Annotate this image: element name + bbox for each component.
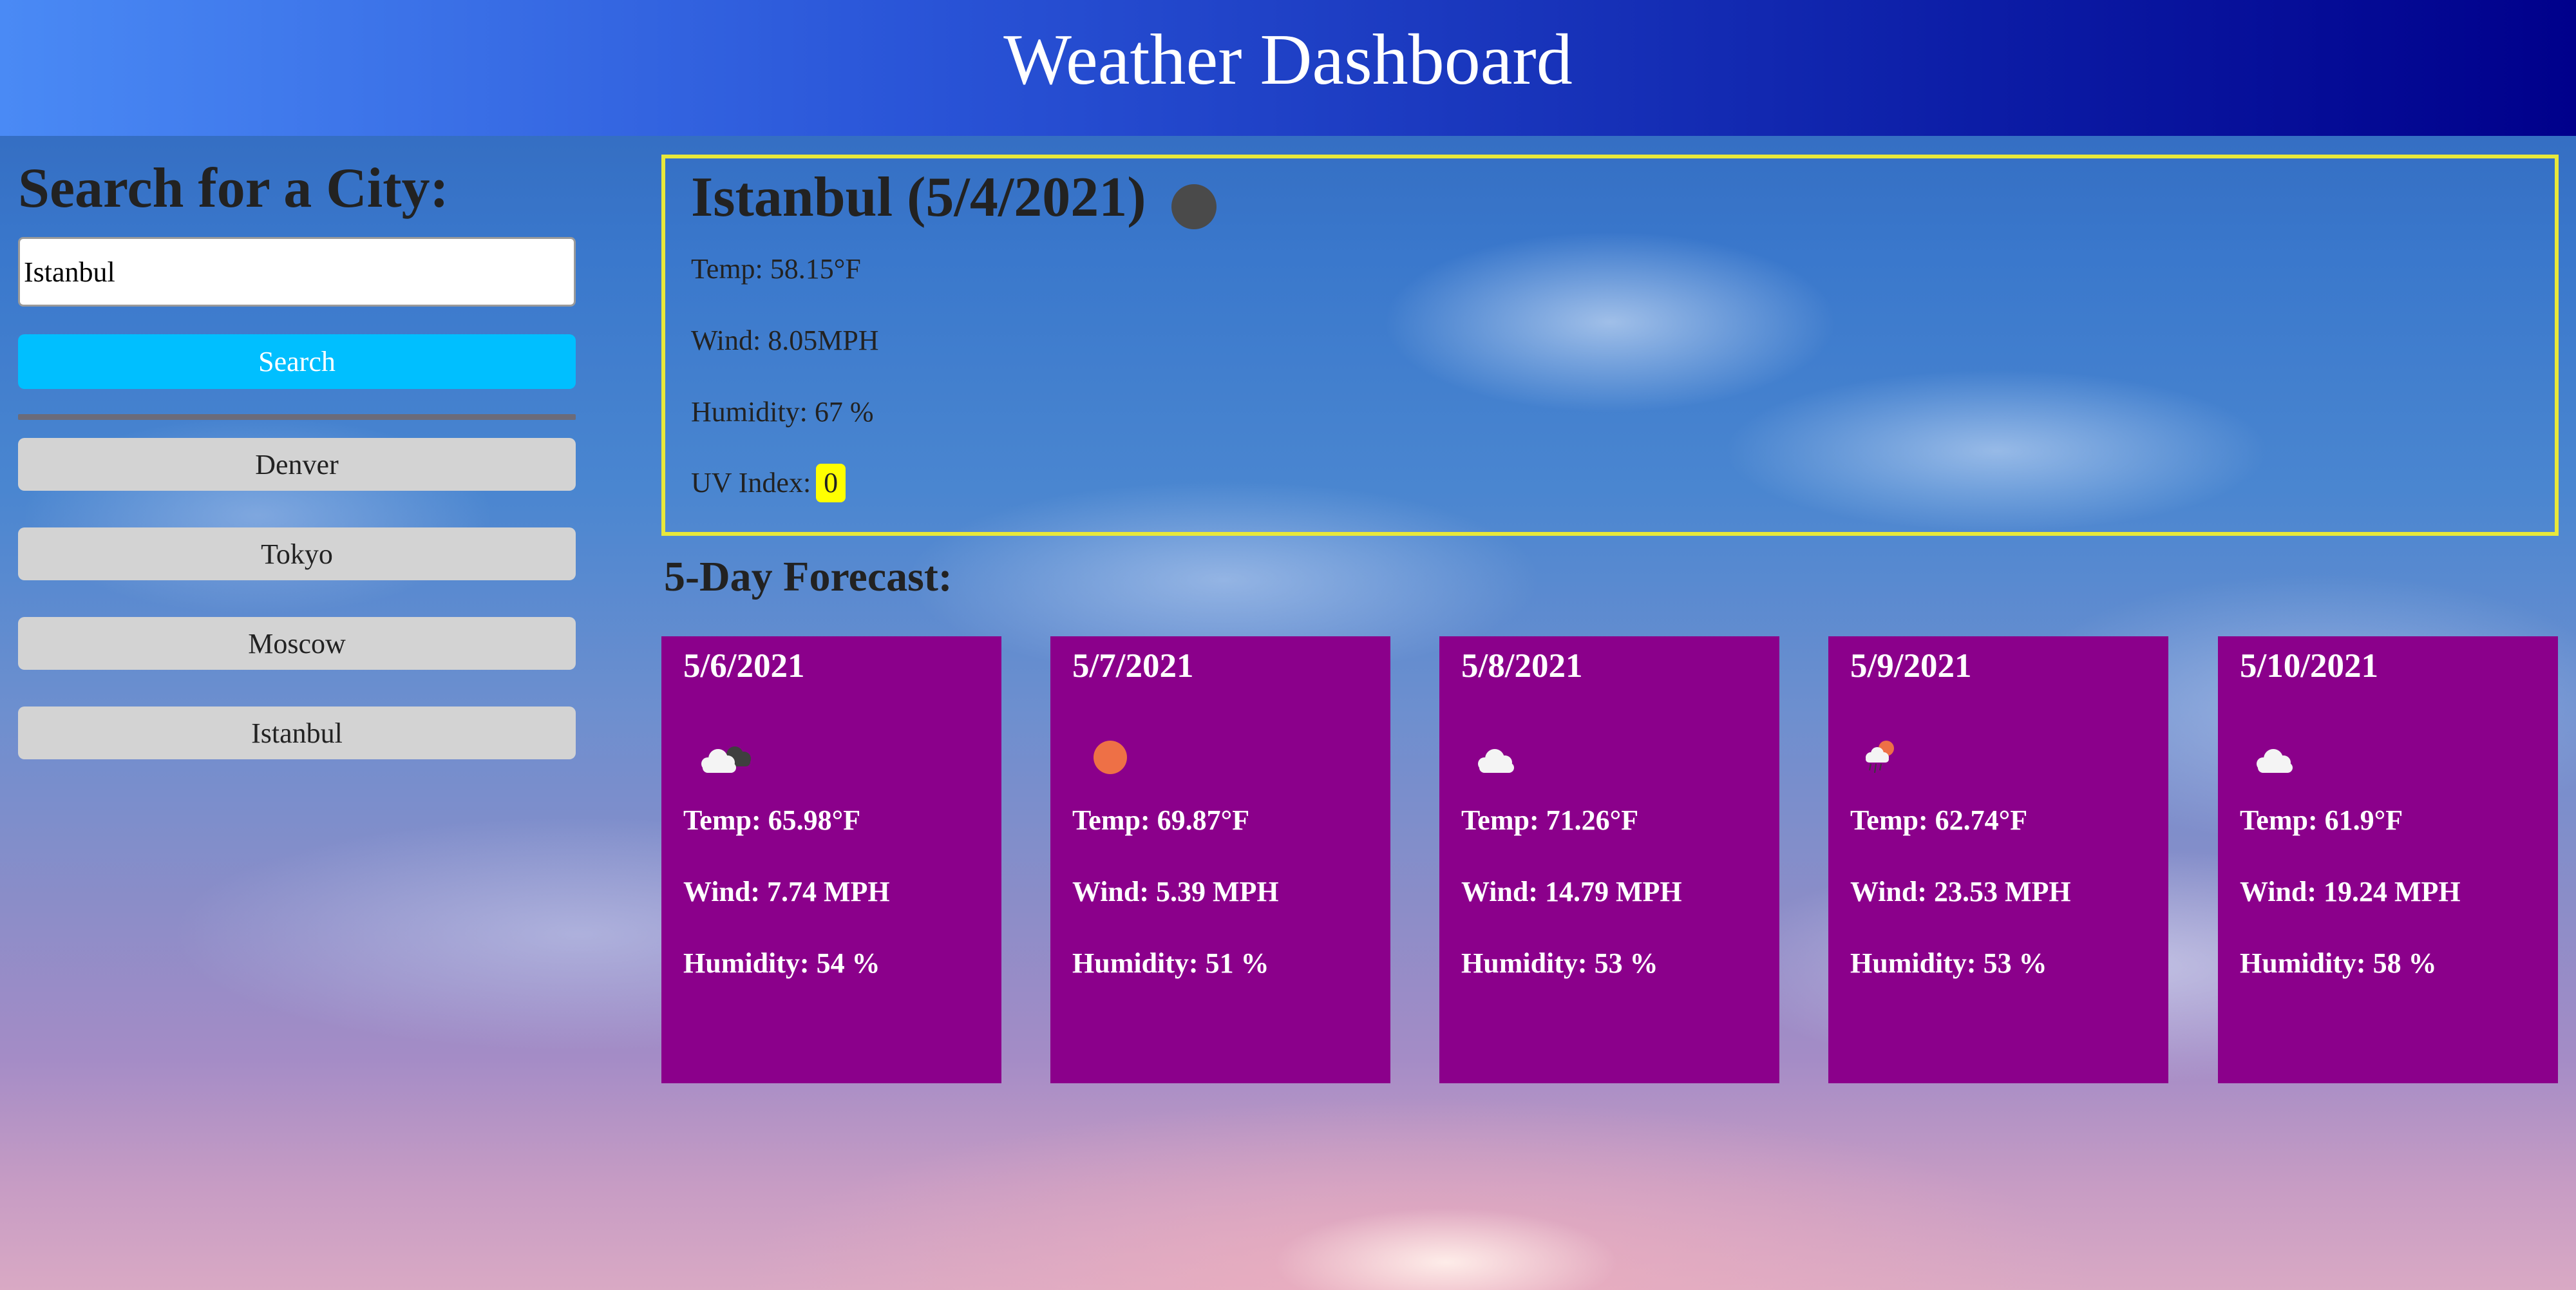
current-humidity: Humidity: 67 %	[691, 396, 874, 428]
page-title: Weather Dashboard	[1003, 20, 1573, 100]
search-heading: Search for a City:	[18, 157, 449, 220]
forecast-date: 5/8/2021	[1461, 647, 1583, 685]
forecast-temp: Temp: 71.26°F	[1461, 804, 1639, 836]
forecast-wind: Wind: 14.79 MPH	[1461, 876, 1682, 907]
forecast-temp: Temp: 61.9°F	[2240, 804, 2403, 836]
forecast-card: 5/7/2021 Temp: 69.87°F Wind: 5.39 MPH Hu…	[1050, 636, 1390, 1083]
search-button[interactable]: Search	[18, 334, 576, 389]
current-city-title: Istanbul (5/4/2021)	[691, 166, 1146, 229]
forecast-heading: 5-Day Forecast:	[664, 553, 952, 600]
page-header: Weather Dashboard	[0, 0, 2576, 136]
app-root: Weather Dashboard Search for a City: Sea…	[0, 0, 2576, 1290]
forecast-card: 5/9/2021 Temp: 62.74°F Wind: 23.53 MPH H…	[1828, 636, 2168, 1083]
cloud-with-dark-cloud-icon	[701, 746, 751, 773]
forecast-humidity: Humidity: 53 %	[1461, 947, 1658, 979]
uv-index-badge: 0	[816, 464, 846, 502]
current-weather-panel: Istanbul (5/4/2021) Temp: 58.15°F Wind: …	[661, 155, 2559, 536]
forecast-wind: Wind: 19.24 MPH	[2240, 876, 2461, 907]
forecast-card: 5/6/2021 Temp: 65.98°F Wind: 7.74 MPH Hu…	[661, 636, 1001, 1083]
uv-label: UV Index:	[691, 467, 811, 498]
forecast-card: 5/10/2021 Temp: 61.9°F Wind: 19.24 MPH H…	[2218, 636, 2558, 1083]
forecast-humidity: Humidity: 51 %	[1072, 947, 1269, 979]
forecast-date: 5/6/2021	[683, 647, 805, 685]
forecast-date: 5/9/2021	[1850, 647, 1972, 685]
forecast-wind: Wind: 5.39 MPH	[1072, 876, 1279, 907]
forecast-temp: Temp: 69.87°F	[1072, 804, 1250, 836]
current-uv-row: UV Index: 0	[691, 464, 846, 502]
sun-icon	[1094, 741, 1127, 774]
current-temp: Temp: 58.15°F	[691, 253, 861, 285]
forecast-wind: Wind: 7.74 MPH	[683, 876, 890, 907]
dark-circle-icon	[1171, 184, 1217, 229]
forecast-wind: Wind: 23.53 MPH	[1850, 876, 2071, 907]
city-search-input[interactable]	[18, 237, 576, 307]
forecast-date: 5/10/2021	[2240, 647, 2378, 685]
forecast-date: 5/7/2021	[1072, 647, 1194, 685]
history-city-button[interactable]: Moscow	[18, 617, 576, 670]
history-city-button[interactable]: Tokyo	[18, 527, 576, 580]
cloud-icon	[2257, 749, 2293, 773]
forecast-card: 5/8/2021 Temp: 71.26°F Wind: 14.79 MPH H…	[1439, 636, 1779, 1083]
forecast-humidity: Humidity: 58 %	[2240, 947, 2437, 979]
forecast-humidity: Humidity: 53 %	[1850, 947, 2047, 979]
sun-rain-cloud-icon	[1866, 741, 1894, 773]
forecast-humidity: Humidity: 54 %	[683, 947, 880, 979]
cloud-icon	[1478, 749, 1514, 773]
forecast-temp: Temp: 65.98°F	[683, 804, 861, 836]
history-city-button[interactable]: Istanbul	[18, 707, 576, 759]
divider	[18, 414, 576, 420]
forecast-temp: Temp: 62.74°F	[1850, 804, 2028, 836]
current-wind: Wind: 8.05MPH	[691, 325, 879, 356]
history-city-button[interactable]: Denver	[18, 438, 576, 491]
